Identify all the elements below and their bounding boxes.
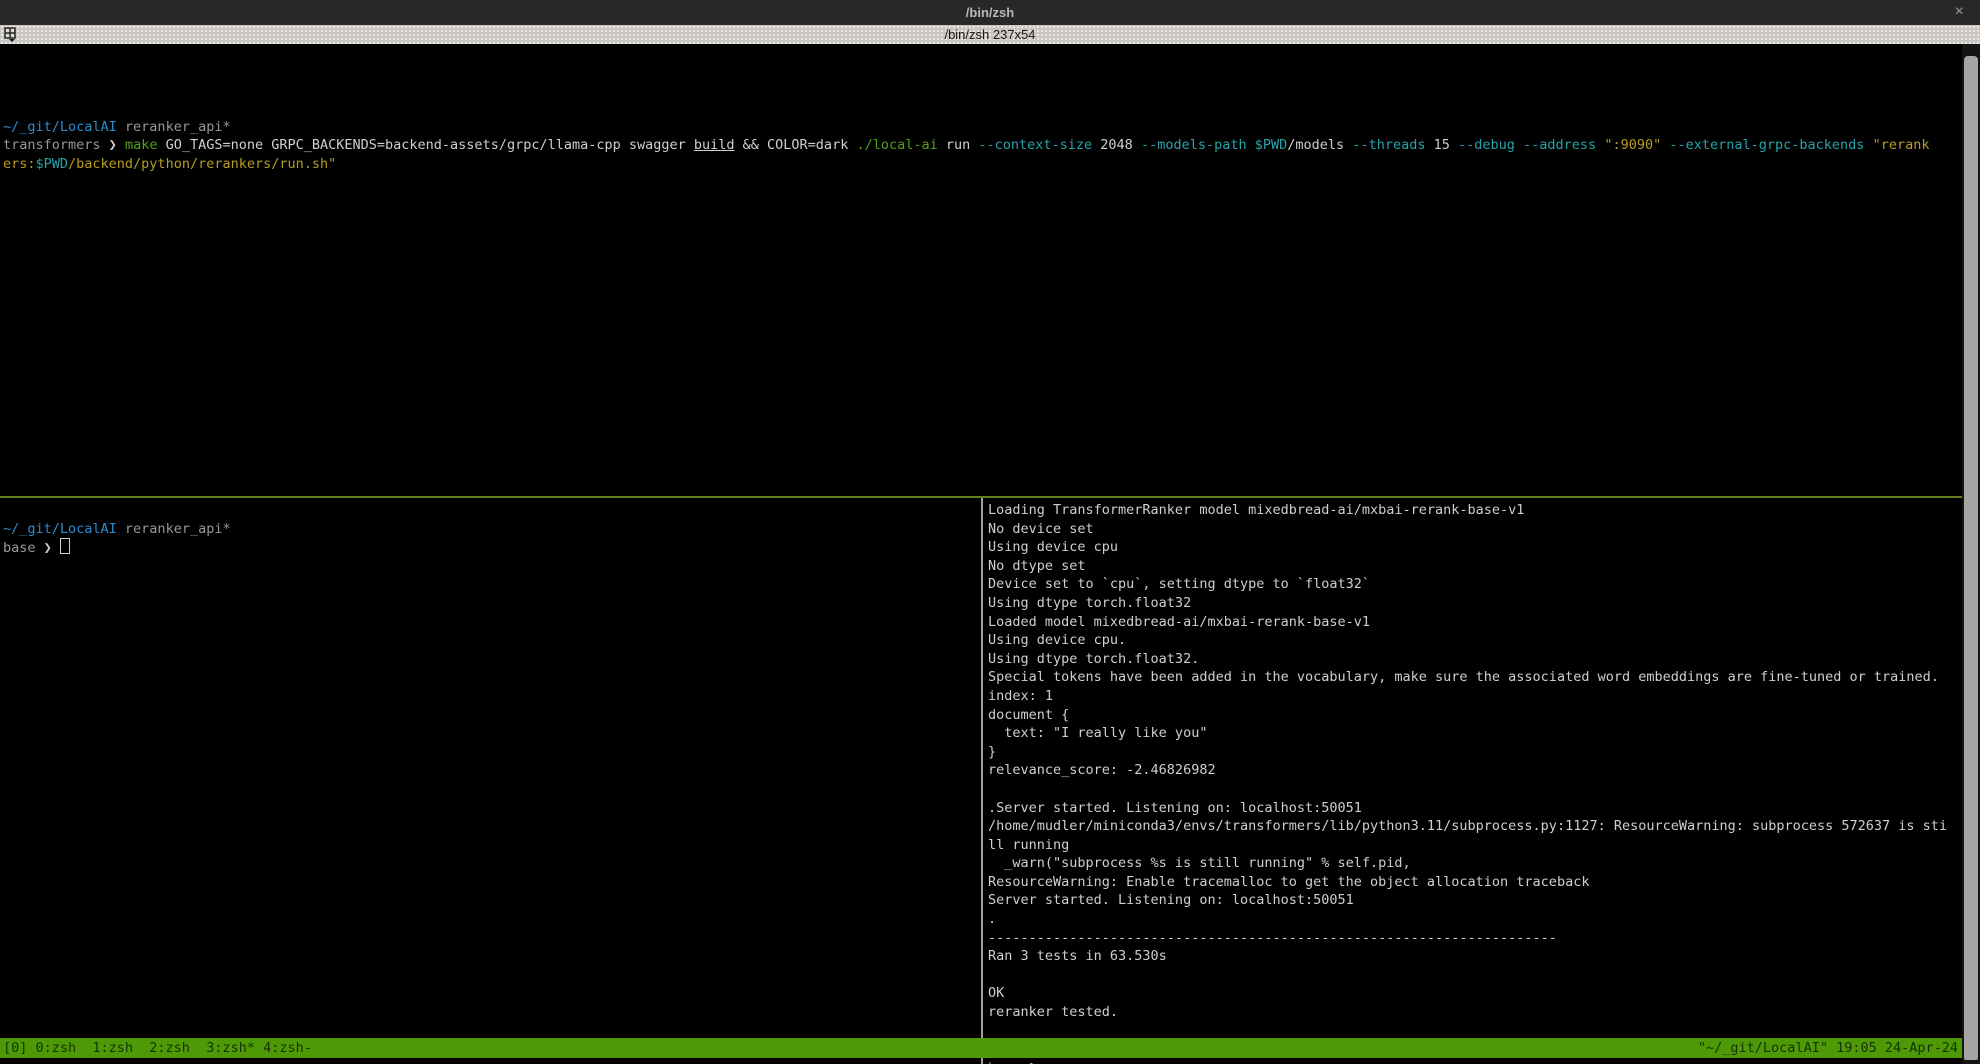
terminal-line: ----------------------------------------… — [988, 929, 1956, 948]
terminal-line: Using dtype torch.float32. — [988, 650, 1956, 669]
terminal-line: Server started. Listening on: localhost:… — [988, 891, 1956, 910]
terminal-line: Device set to `cpu`, setting dtype to `f… — [988, 575, 1956, 594]
terminal-line: relevance_score: -2.46826982 — [988, 761, 1956, 780]
terminal-line — [3, 99, 1956, 118]
terminal-line: No dtype set — [988, 557, 1956, 576]
terminal-line — [3, 501, 975, 520]
terminal-line: ll running — [988, 836, 1956, 855]
terminal-line: . — [988, 910, 1956, 929]
terminal-line: .Server started. Listening on: localhost… — [988, 799, 1956, 818]
terminal-line: base ❯ — [988, 1059, 1956, 1064]
terminal-line: Using dtype torch.float32 — [988, 594, 1956, 613]
terminal-window: /bin/zsh × /bin/zsh 237x54 ~/_git/LocalA… — [0, 0, 1980, 1064]
scrollbar[interactable] — [1962, 44, 1980, 1064]
terminal-line: document { — [988, 706, 1956, 725]
tab-bar: /bin/zsh 237x54 — [0, 25, 1980, 44]
terminal-line — [988, 780, 1956, 799]
terminal-line: ResourceWarning: Enable tracemalloc to g… — [988, 873, 1956, 892]
terminal-line: transformers ❯ make GO_TAGS=none GRPC_BA… — [3, 136, 1956, 155]
terminal-line: ~/_git/LocalAI reranker_api* — [3, 520, 975, 539]
terminal-line: text: "I really like you" — [988, 724, 1956, 743]
terminal-line: _warn("subprocess %s is still running" %… — [988, 854, 1956, 873]
text-cursor — [60, 538, 70, 554]
terminal-line: reranker tested. — [988, 1003, 1956, 1022]
terminal-pane-top[interactable]: ~/_git/LocalAI reranker_api*transformers… — [3, 99, 1956, 173]
terminal-line: Special tokens have been added in the vo… — [988, 668, 1956, 687]
tmux-window-list[interactable]: [0] 0:zsh 1:zsh 2:zsh 3:zsh* 4:zsh- — [3, 1038, 312, 1058]
terminal-line: Loaded model mixedbread-ai/mxbai-rerank-… — [988, 613, 1956, 632]
terminal-pane-bottom-right[interactable]: Loading TransformerRanker model mixedbre… — [988, 501, 1956, 1064]
terminal-line: /home/mudler/miniconda3/envs/transformer… — [988, 817, 1956, 836]
tab-label[interactable]: /bin/zsh 237x54 — [944, 27, 1035, 42]
terminal-line: No device set — [988, 520, 1956, 539]
window-titlebar: /bin/zsh × — [0, 0, 1980, 25]
terminal-line: OK — [988, 984, 1956, 1003]
terminal-line: Using device cpu — [988, 538, 1956, 557]
terminal-line: Ran 3 tests in 63.530s — [988, 947, 1956, 966]
terminal-line: index: 1 — [988, 687, 1956, 706]
terminal-content: ~/_git/LocalAI reranker_api*transformers… — [0, 44, 1962, 1064]
terminal-line — [988, 966, 1956, 985]
terminal-line: ers:$PWD/backend/python/rerankers/run.sh… — [3, 155, 1956, 174]
tmux-status-bar: [0] 0:zsh 1:zsh 2:zsh 3:zsh* 4:zsh- "~/_… — [0, 1038, 1962, 1058]
scrollbar-thumb[interactable] — [1964, 56, 1978, 1060]
terminal-line: Using device cpu. — [988, 631, 1956, 650]
window-title: /bin/zsh — [966, 5, 1014, 20]
tmux-pane-border-vertical[interactable] — [981, 498, 983, 1064]
terminal-pane-bottom-left[interactable]: ~/_git/LocalAI reranker_api*base ❯ — [3, 501, 975, 557]
terminal-line: base ❯ — [3, 538, 975, 557]
terminal-line: } — [988, 743, 1956, 762]
close-icon[interactable]: × — [1955, 3, 1964, 21]
terminal-line: ~/_git/LocalAI reranker_api* — [3, 118, 1956, 137]
terminal-line: Loading TransformerRanker model mixedbre… — [988, 501, 1956, 520]
tmux-status-right: "~/_git/LocalAI" 19:05 24-Apr-24 — [1698, 1038, 1958, 1058]
window-menu-icon[interactable] — [4, 27, 20, 42]
